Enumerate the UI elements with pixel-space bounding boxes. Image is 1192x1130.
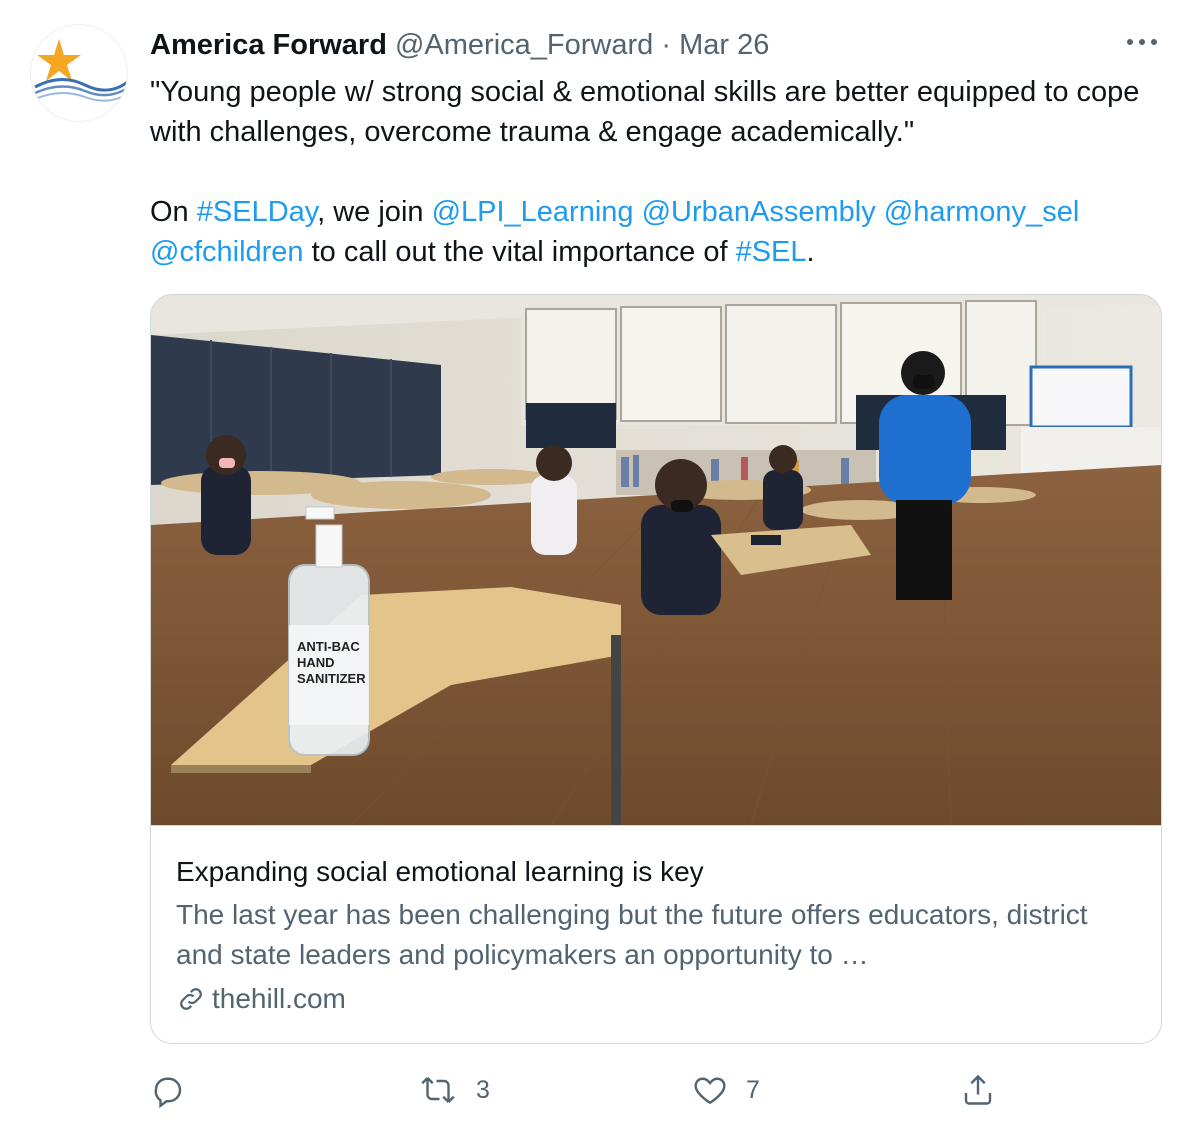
hashtag-sel[interactable]: #SEL <box>736 236 807 268</box>
card-domain: thehill.com <box>176 981 346 1017</box>
bottle-label-line2: HAND <box>297 655 335 670</box>
text-segment: . <box>806 236 815 268</box>
author-handle[interactable]: @America_Forward <box>395 29 653 61</box>
tweet-paragraph-2: On #SELDay, we join @LPI_Learning @Urban… <box>150 192 1160 272</box>
author-name[interactable]: America Forward <box>150 29 387 61</box>
bottle-label-line3: SANITIZER <box>297 671 366 686</box>
retweet-count: 3 <box>476 1075 490 1104</box>
tweet-quote: "Young people w/ strong social & emotion… <box>150 76 1140 148</box>
tweet-header: America Forward @America_Forward · Mar 2… <box>150 28 769 62</box>
tweet-text: "Young people w/ strong social & emotion… <box>150 72 1160 272</box>
reply-icon <box>154 1077 182 1108</box>
text-segment: to call out the vital importance of <box>303 236 736 268</box>
more-button[interactable] <box>1122 30 1162 54</box>
bottle-label-line1: ANTI-BAC <box>297 639 360 654</box>
reply-button[interactable] <box>150 1068 204 1112</box>
retweet-button[interactable]: 3 <box>418 1068 490 1112</box>
mention-lpi-learning[interactable]: @LPI_Learning <box>432 196 634 228</box>
link-icon <box>180 988 202 1010</box>
avatar[interactable] <box>30 24 128 122</box>
card-description: The last year has been challenging but t… <box>176 899 1088 970</box>
like-count: 7 <box>746 1075 760 1104</box>
tweet-actions: 3 7 <box>150 1068 1050 1112</box>
share-icon <box>964 1074 992 1105</box>
like-icon <box>694 1077 726 1105</box>
card-title: Expanding social emotional learning is k… <box>176 856 704 887</box>
america-forward-logo <box>34 39 127 102</box>
text-segment: , we join <box>317 196 432 228</box>
mention-urbanassembly[interactable]: @UrbanAssembly <box>642 196 876 228</box>
retweet-icon <box>421 1077 455 1103</box>
mention-cfchildren[interactable]: @cfchildren <box>150 236 304 268</box>
more-icon <box>1127 39 1157 45</box>
hashtag-selday[interactable]: #SELDay <box>197 196 317 228</box>
tweet-date[interactable]: Mar 26 <box>679 29 769 61</box>
date-separator: · <box>661 29 671 61</box>
card-domain-text: thehill.com <box>212 983 346 1014</box>
card-image-classroom: ANTI-BAC HAND SANITIZER <box>151 295 1161 826</box>
share-button[interactable] <box>960 1068 996 1112</box>
text-segment: On <box>150 196 197 228</box>
mention-harmony-sel[interactable]: @harmony_sel <box>884 196 1079 228</box>
like-button[interactable]: 7 <box>692 1068 760 1112</box>
link-card[interactable]: ANTI-BAC HAND SANITIZER Expanding social… <box>150 294 1162 1044</box>
